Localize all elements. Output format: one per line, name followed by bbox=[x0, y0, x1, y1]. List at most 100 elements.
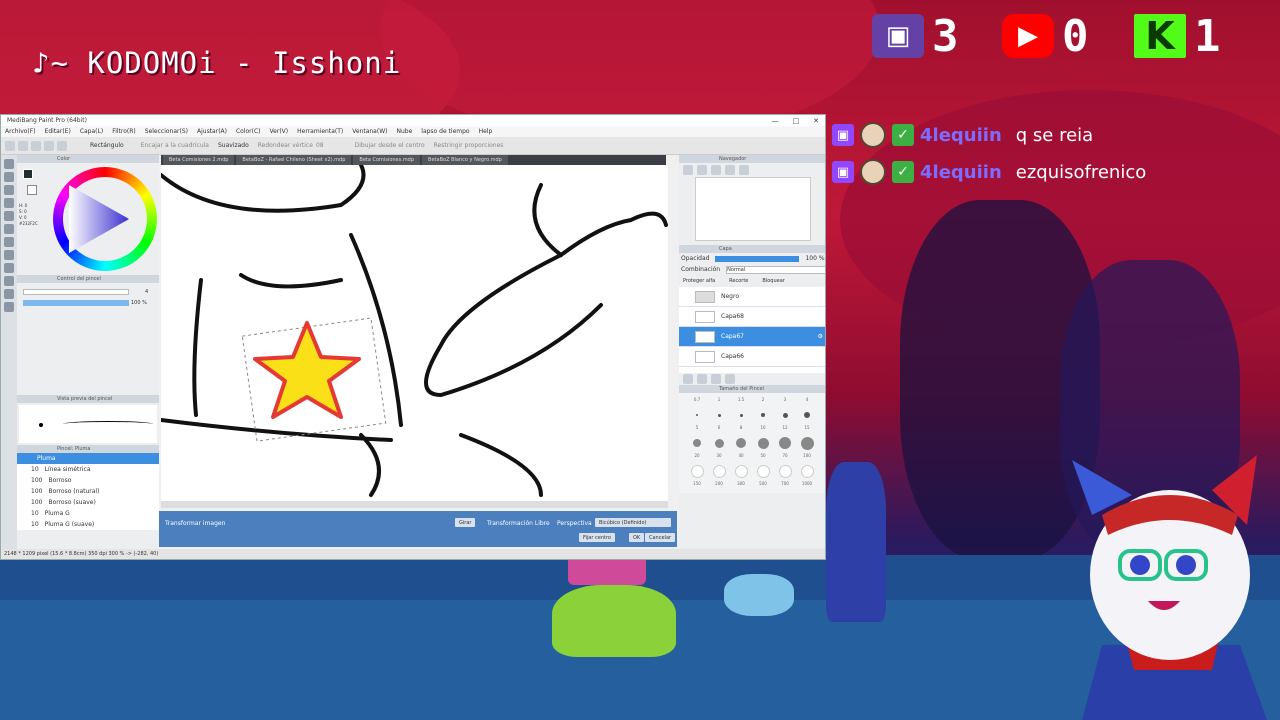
menu-cloud[interactable]: Nube bbox=[396, 128, 412, 135]
duplicate-layer-icon[interactable] bbox=[711, 374, 721, 384]
trash-icon[interactable] bbox=[725, 374, 735, 384]
menu-view[interactable]: Ver(V) bbox=[270, 128, 289, 135]
doc-tab[interactable]: BetaBoZ - Rafael Chileno (Sheet x2).mdp bbox=[236, 155, 352, 165]
layer-item[interactable]: Capa68 bbox=[679, 307, 825, 327]
blend-select[interactable]: Normal bbox=[726, 265, 825, 274]
eyedropper-tool-icon[interactable] bbox=[4, 289, 14, 299]
brush-size-option[interactable] bbox=[731, 436, 751, 450]
brush-item[interactable]: 10 Pluma G (suave) bbox=[17, 519, 159, 530]
shape-rect-option[interactable]: Rectángulo bbox=[90, 142, 124, 149]
round-corner-value[interactable]: 08 bbox=[316, 142, 324, 149]
brush-item[interactable]: 100 Borroso (natural) bbox=[17, 486, 159, 497]
navigator-preview[interactable] bbox=[695, 177, 811, 241]
fix-center-button[interactable]: Fijar centro bbox=[579, 533, 615, 542]
brush-size-option[interactable] bbox=[797, 436, 817, 450]
brush-item[interactable]: 10 Pluma G bbox=[17, 508, 159, 519]
menu-tool[interactable]: Herramienta(T) bbox=[297, 128, 343, 135]
hand-tool-icon[interactable] bbox=[4, 302, 14, 312]
undo-icon[interactable] bbox=[44, 140, 54, 151]
round-corner-option[interactable]: Redondear vértice bbox=[258, 142, 313, 149]
canvas-horizontal-scrollbar[interactable] bbox=[161, 501, 668, 508]
brush-size-option[interactable] bbox=[797, 464, 817, 478]
brush-size-option[interactable] bbox=[687, 436, 707, 450]
add-layer-icon[interactable] bbox=[683, 374, 693, 384]
lasso-tool-icon[interactable] bbox=[4, 250, 14, 260]
primary-color-swatch[interactable] bbox=[23, 169, 33, 179]
ok-button[interactable]: OK bbox=[629, 533, 645, 542]
brush-size-option[interactable] bbox=[709, 464, 729, 478]
perspective-option[interactable]: Perspectiva bbox=[557, 520, 592, 527]
secondary-color-swatch[interactable] bbox=[27, 185, 37, 195]
brush-size-option[interactable] bbox=[709, 436, 729, 450]
menu-window[interactable]: Ventana(W) bbox=[352, 128, 387, 135]
doc-tab[interactable]: BetaBoZ Blanco y Negro.mdp bbox=[422, 155, 508, 165]
menu-adjust[interactable]: Ajustar(A) bbox=[197, 128, 227, 135]
fill-tool-icon[interactable] bbox=[4, 211, 14, 221]
add-folder-icon[interactable] bbox=[697, 374, 707, 384]
menu-help[interactable]: Help bbox=[479, 128, 493, 135]
menu-edit[interactable]: Editar(E) bbox=[45, 128, 71, 135]
magic-wand-tool-icon[interactable] bbox=[4, 263, 14, 273]
menu-filter[interactable]: Filtro(R) bbox=[112, 128, 136, 135]
brush-size-option[interactable] bbox=[731, 464, 751, 478]
open-file-icon[interactable] bbox=[18, 140, 28, 151]
rotate-button[interactable]: Girar bbox=[455, 518, 476, 527]
doc-tab[interactable]: Beta Comisiones.mdp bbox=[353, 155, 421, 165]
menu-color[interactable]: Color(C) bbox=[236, 128, 261, 135]
brush-tool-icon[interactable] bbox=[4, 159, 14, 169]
menu-file[interactable]: Archivo(F) bbox=[5, 128, 36, 135]
brush-size-option[interactable] bbox=[775, 408, 795, 422]
brush-item[interactable]: 100 Borroso bbox=[17, 475, 159, 486]
fit-icon[interactable] bbox=[711, 165, 721, 175]
new-file-icon[interactable] bbox=[5, 140, 15, 151]
clipping-checkbox[interactable]: Recorte bbox=[729, 278, 748, 284]
layer-item[interactable]: Capa66 bbox=[679, 347, 825, 367]
layer-item-selected[interactable]: Capa67 ⚙ bbox=[679, 327, 825, 347]
brush-size-option[interactable] bbox=[753, 408, 773, 422]
brush-size-option[interactable] bbox=[775, 464, 795, 478]
protect-alpha-checkbox[interactable]: Proteger alfa bbox=[683, 278, 715, 284]
brush-size-option[interactable] bbox=[753, 436, 773, 450]
brush-item[interactable]: Pluma bbox=[17, 453, 159, 464]
layer-item[interactable]: Negro bbox=[679, 287, 825, 307]
maximize-icon[interactable]: □ bbox=[793, 117, 800, 125]
close-icon[interactable]: ✕ bbox=[813, 117, 819, 125]
brush-opacity-slider[interactable] bbox=[23, 300, 129, 306]
drawing-canvas[interactable] bbox=[161, 165, 668, 501]
cancel-button[interactable]: Cancelar bbox=[645, 533, 676, 542]
brush-size-option[interactable] bbox=[753, 464, 773, 478]
brush-size-option[interactable] bbox=[709, 408, 729, 422]
dot-tool-icon[interactable] bbox=[4, 185, 14, 195]
brush-item[interactable]: 10 Línea simétrica bbox=[17, 464, 159, 475]
select-tool-icon[interactable] bbox=[4, 237, 14, 247]
interpolation-select[interactable]: Bicúbico (Definido) bbox=[595, 518, 671, 527]
zoom-in-icon[interactable] bbox=[683, 165, 693, 175]
layer-opacity-slider[interactable] bbox=[715, 255, 800, 262]
brush-size-option[interactable] bbox=[797, 408, 817, 422]
menu-timelapse[interactable]: lapso de tiempo bbox=[421, 128, 469, 135]
brush-size-option[interactable] bbox=[731, 408, 751, 422]
gear-icon[interactable]: ⚙ bbox=[818, 333, 823, 340]
text-tool-icon[interactable] bbox=[4, 276, 14, 286]
keep-ratio-option[interactable]: Restringir proporciones bbox=[434, 142, 504, 149]
free-transform-option[interactable]: Transformación Libre bbox=[487, 520, 550, 527]
brush-size-option[interactable] bbox=[687, 464, 707, 478]
redo-icon[interactable] bbox=[57, 140, 67, 151]
menu-select[interactable]: Seleccionar(S) bbox=[145, 128, 188, 135]
rotate-right-icon[interactable] bbox=[739, 165, 749, 175]
lock-checkbox[interactable]: Bloquear bbox=[762, 278, 784, 284]
minimize-icon[interactable]: — bbox=[772, 117, 779, 125]
draw-from-center-option[interactable]: Dibujar desde el centro bbox=[355, 142, 425, 149]
doc-tab[interactable]: Beta Comisiones 2.mdp bbox=[163, 155, 235, 165]
move-tool-icon[interactable] bbox=[4, 198, 14, 208]
zoom-out-icon[interactable] bbox=[697, 165, 707, 175]
rotate-left-icon[interactable] bbox=[725, 165, 735, 175]
eraser-tool-icon[interactable] bbox=[4, 172, 14, 182]
save-file-icon[interactable] bbox=[31, 140, 41, 151]
gradient-tool-icon[interactable] bbox=[4, 224, 14, 234]
brush-size-option[interactable] bbox=[687, 408, 707, 422]
brush-item[interactable]: 100 Borroso (suave) bbox=[17, 497, 159, 508]
menu-layer[interactable]: Capa(L) bbox=[80, 128, 103, 135]
brush-size-option[interactable] bbox=[775, 436, 795, 450]
brush-size-slider[interactable] bbox=[23, 289, 129, 295]
